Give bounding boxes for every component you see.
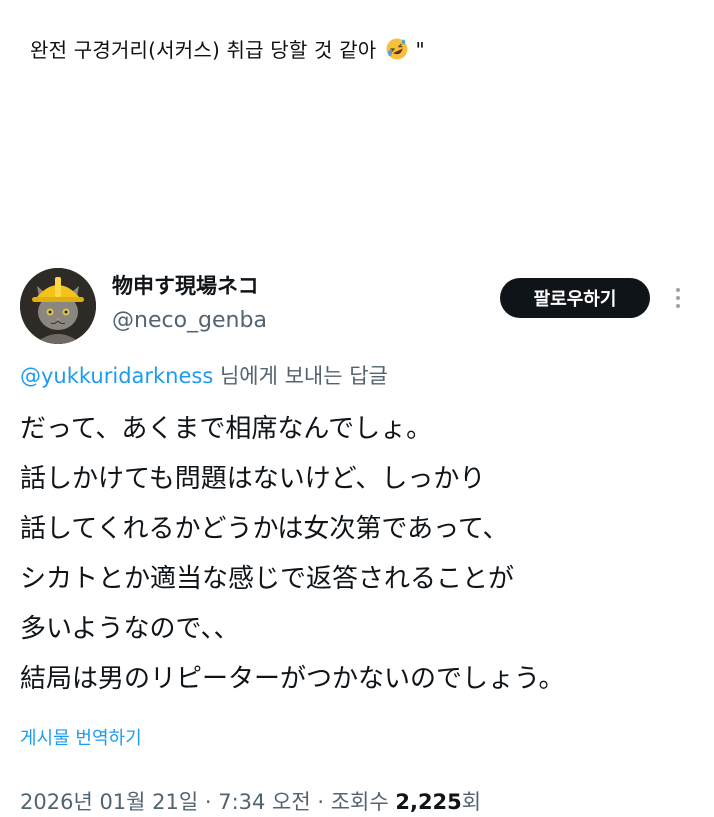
- replying-to: @yukkuridarkness 님에게 보내는 답글: [20, 360, 388, 390]
- view-count-suffix: 회: [461, 790, 482, 814]
- follow-button[interactable]: 팔로우하기: [500, 278, 650, 318]
- more-dot: [676, 304, 680, 308]
- screenshot-page: 완전 구경거리(서커스) 취급 당할 것 같아 " 物申す現場ネコ @neco_…: [0, 0, 714, 817]
- more-vertical-icon[interactable]: [666, 282, 690, 314]
- caption-trailing-quote: ": [415, 38, 425, 62]
- cat-with-hard-hat-icon: [20, 268, 96, 344]
- tweet-text-line: だって、あくまで相席なんでしょ。: [20, 414, 433, 444]
- author-avatar[interactable]: [20, 268, 96, 344]
- tweet-text-line: シカトとか適当な感じで返答されることが: [20, 564, 515, 594]
- tweet-text-line: 結局は男のリピーターがつかないのでしょう。: [20, 664, 565, 694]
- tweet-text: だって、あくまで相席なんでしょ。 話しかけても問題はないけど、しっかり 話してく…: [20, 404, 700, 704]
- mention-link[interactable]: @yukkuridarkness: [20, 364, 213, 388]
- more-dot: [676, 296, 680, 300]
- author-name[interactable]: 物申す現場ネコ: [112, 270, 259, 300]
- author-handle[interactable]: @neco_genba: [112, 308, 267, 333]
- view-count: 2,225: [395, 790, 462, 814]
- timestamp[interactable]: 2026년 01월 21일 · 7:34 오전 · 조회수: [20, 790, 395, 814]
- tweet-text-line: 話してくれるかどうかは女次第であって、: [20, 514, 509, 544]
- caption-body: 완전 구경거리(서커스) 취급 당할 것 같아: [30, 38, 377, 62]
- caption-text: 완전 구경거리(서커스) 취급 당할 것 같아 ": [30, 34, 425, 63]
- translate-post-link[interactable]: 게시물 번역하기: [20, 724, 142, 750]
- tweet-metadata: 2026년 01월 21일 · 7:34 오전 · 조회수 2,225회: [20, 786, 481, 816]
- tweet-text-line: 話しかけても問題はないけど、しっかり: [20, 464, 486, 494]
- rolling-on-floor-laughing-icon: [386, 38, 408, 60]
- replying-to-suffix: 님에게 보내는 답글: [213, 364, 388, 388]
- more-dot: [676, 288, 680, 292]
- tweet-text-line: 多いようなので、、: [20, 614, 240, 644]
